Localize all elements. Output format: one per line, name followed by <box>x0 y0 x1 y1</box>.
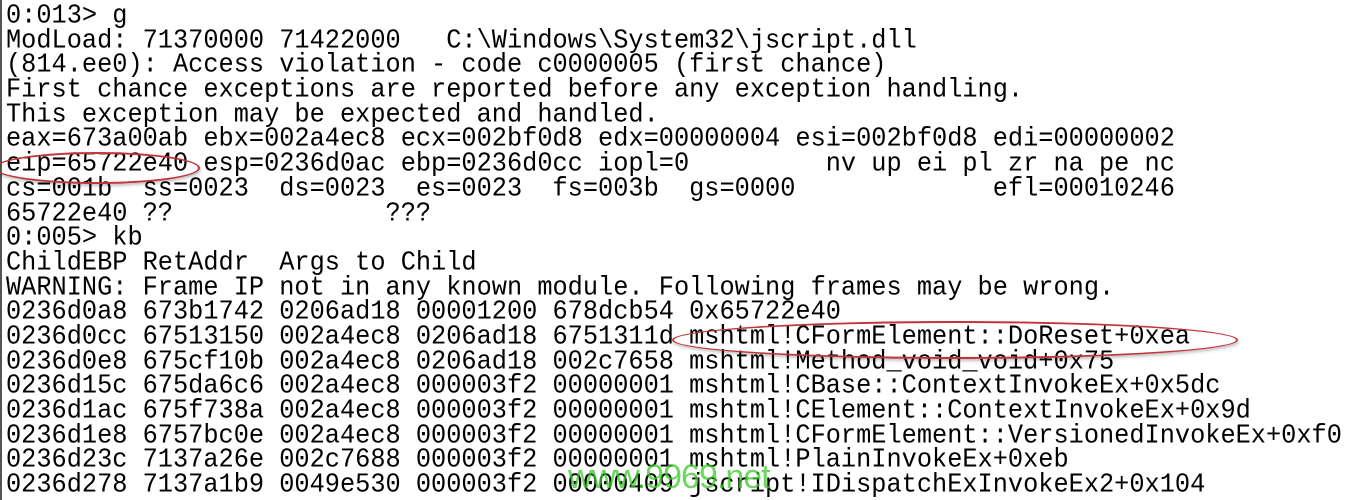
console-line-disasm: 65722e40 ?? ??? <box>6 197 432 229</box>
watermark: www.9969.net <box>568 458 771 496</box>
debugger-console-output: 0:013> g ModLoad: 71370000 71422000 C:\W… <box>0 0 1350 500</box>
